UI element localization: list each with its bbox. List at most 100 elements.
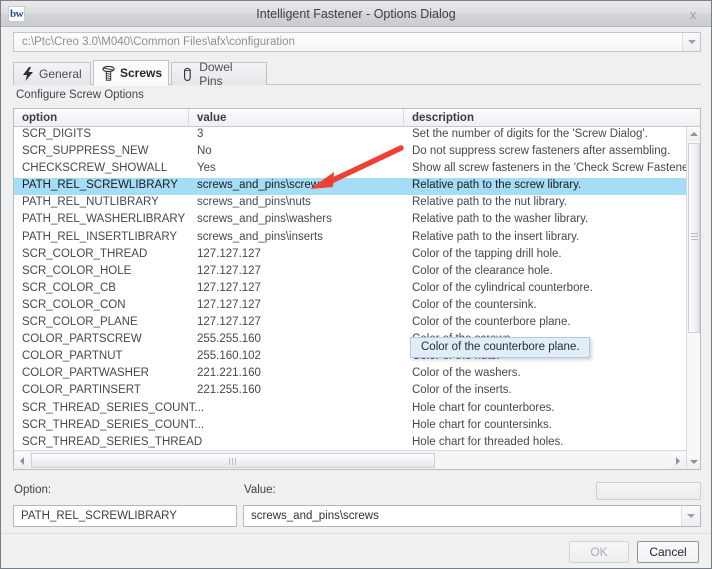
tab-general-label: General	[39, 67, 82, 81]
cell-option: PATH_REL_WASHERLIBRARY	[22, 213, 186, 226]
options-table-panel: option value description SCR_DIGITS 3 Set …	[13, 108, 701, 470]
tab-general[interactable]: General	[13, 62, 91, 85]
cell-description: Relative path to the insert library.	[412, 230, 580, 243]
tab-dowel-pins[interactable]: Dowel Pins	[171, 60, 267, 88]
tab-screws[interactable]: Screws	[93, 60, 169, 86]
cell-value: 255.255.160	[197, 333, 261, 346]
cell-option: COLOR_PARTSCREW	[22, 333, 142, 346]
cell-option: SCR_DIGITS	[22, 128, 92, 140]
column-header-option[interactable]: option	[14, 109, 189, 126]
cell-value: No	[197, 145, 212, 158]
cell-value: screws_and_pins\screws	[197, 179, 325, 192]
horizontal-scrollbar-thumb[interactable]	[31, 453, 435, 468]
triangle-up-glyph	[689, 132, 698, 136]
cell-option: SCR_SUPPRESS_NEW	[22, 145, 149, 158]
table-row[interactable]: PATH_REL_WASHERLIBRARY screws_and_pins\wa…	[14, 212, 686, 229]
configuration-path-combo[interactable]: c:\Ptc\Creo 3.0\M040\Common Files\afx\co…	[13, 32, 701, 52]
close-icon[interactable]: x	[679, 4, 707, 24]
table-row[interactable]: SCR_DIGITS 3 Set the number of digits for …	[14, 127, 686, 144]
cell-description: Relative path to the washer library.	[412, 213, 589, 226]
triangle-left-icon[interactable]	[15, 452, 29, 469]
cell-option: SCR_COLOR_CB	[22, 281, 116, 294]
table-row[interactable]: SCR_COLOR_CON 127.127.127 Color of the cou…	[14, 298, 686, 315]
table-row[interactable]: SCR_THREAD_SERIES_COUNT... Hole chart for…	[14, 418, 686, 435]
table-row[interactable]: SCR_COLOR_CB 127.127.127 Color of the cyli…	[14, 281, 686, 298]
cell-option: PATH_REL_INSERTLIBRARY	[22, 230, 178, 243]
table-row[interactable]: SCR_COLOR_THREAD 127.127.127 Color of the …	[14, 247, 686, 264]
table-header-row: option value description	[14, 109, 700, 127]
cell-description: Relative path to the nut library.	[412, 196, 568, 209]
cell-description: Color of the countersink.	[412, 298, 537, 311]
value-helper-button[interactable]	[596, 482, 701, 500]
cell-option: SCR_THREAD_SERIES_THREAD	[22, 435, 203, 448]
table-row[interactable]: SCR_COLOR_HOLE 127.127.127 Color of the cl…	[14, 264, 686, 281]
screw-icon	[102, 65, 115, 81]
value-input[interactable]: screws_and_pins\screws	[251, 506, 379, 526]
cell-value: 127.127.127	[197, 316, 261, 329]
cell-option: SCR_THREAD_SERIES_COUNT...	[22, 401, 205, 414]
cell-value: screws_and_pins\washers	[197, 213, 332, 226]
column-header-value[interactable]: value	[189, 109, 404, 126]
cell-value: screws_and_pins\inserts	[197, 230, 323, 243]
cell-option: SCR_COLOR_HOLE	[22, 264, 132, 277]
triangle-right-icon[interactable]	[671, 452, 685, 469]
column-header-description[interactable]: description	[404, 109, 700, 126]
table-row[interactable]: PATH_REL_INSERTLIBRARY screws_and_pins\in…	[14, 230, 686, 247]
cell-value: screws_and_pins\nuts	[197, 196, 311, 209]
cell-description: Color of the clearance hole.	[412, 264, 553, 277]
cell-description: Set the number of digits for the 'Screw …	[412, 128, 648, 140]
value-combo[interactable]: screws_and_pins\screws	[243, 505, 701, 527]
section-label: Configure Screw Options	[16, 89, 144, 101]
cell-option: COLOR_PARTWASHER	[22, 367, 149, 380]
cell-option: COLOR_PARTINSERT	[22, 384, 141, 397]
cell-description: Relative path to the screw library.	[412, 179, 582, 192]
cell-value: 127.127.127	[197, 264, 261, 277]
cell-description: Color of the cylindrical counterbore.	[412, 281, 593, 294]
scrollbar-grip-icon	[229, 458, 238, 465]
title-bar: bw Intelligent Fastener - Options Dialog…	[1, 1, 711, 27]
option-input[interactable]: PATH_REL_SCREWLIBRARY	[13, 505, 237, 527]
table-row[interactable]: SCR_SUPPRESS_NEW No Do not suppress screw …	[14, 144, 686, 161]
cell-option: CHECKSCREW_SHOWALL	[22, 162, 168, 175]
table-row[interactable]: SCR_THREAD_SERIES_THREAD Hole chart for t…	[14, 435, 686, 451]
cell-description: Color of the inserts.	[412, 384, 512, 397]
table-rows-viewport: SCR_DIGITS 3 Set the number of digits for …	[14, 127, 686, 451]
horizontal-scrollbar[interactable]	[14, 450, 686, 469]
cell-value: 255.160.102	[197, 350, 261, 363]
vertical-scrollbar-thumb[interactable]	[688, 143, 700, 333]
cell-option: PATH_REL_NUTLIBRARY	[22, 196, 159, 209]
cell-value: Yes	[197, 162, 216, 175]
table-row[interactable]: SCR_COLOR_PLANE 127.127.127 Color of the c…	[14, 315, 686, 332]
triangle-down-glyph	[689, 460, 698, 464]
table-row[interactable]: COLOR_PARTWASHER 221.221.160 Color of the …	[14, 366, 686, 383]
cancel-button[interactable]: Cancel	[637, 541, 699, 563]
cell-value: 127.127.127	[197, 298, 261, 311]
cell-description: Hole chart for threaded holes.	[412, 435, 564, 448]
vertical-scrollbar[interactable]	[686, 127, 700, 469]
cell-description: Color of the counterbore plane.	[412, 316, 571, 329]
table-row[interactable]: COLOR_PARTINSERT 221.255.160 Color of the …	[14, 383, 686, 400]
cell-option: PATH_REL_SCREWLIBRARY	[22, 179, 178, 192]
table-row[interactable]: SCR_THREAD_SERIES_COUNT... Hole chart for…	[14, 401, 686, 418]
scrollbar-grip-icon	[691, 233, 698, 242]
tooltip: Color of the counterbore plane.	[410, 337, 590, 358]
cell-description: Do not suppress screw fasteners after as…	[412, 145, 671, 158]
chevron-down-icon[interactable]	[682, 33, 700, 51]
triangle-down-icon[interactable]	[687, 455, 700, 469]
table-row[interactable]: PATH_REL_NUTLIBRARY screws_and_pins\nuts R…	[14, 195, 686, 212]
dialog-footer: OK Cancel	[1, 533, 711, 568]
lightning-bolt-icon	[22, 66, 34, 82]
chevron-down-glyph	[687, 40, 696, 44]
cell-value: 127.127.127	[197, 281, 261, 294]
table-row[interactable]: CHECKSCREW_SHOWALL Yes Show all screw fast…	[14, 161, 686, 178]
ok-button[interactable]: OK	[569, 541, 629, 563]
cell-option: SCR_COLOR_PLANE	[22, 316, 138, 329]
table-row[interactable]: PATH_REL_SCREWLIBRARY screws_and_pins\scr…	[14, 178, 686, 196]
cell-value: 127.127.127	[197, 247, 261, 260]
cell-description: Color of the tapping drill hole.	[412, 247, 562, 260]
triangle-up-icon[interactable]	[687, 127, 700, 141]
chevron-down-icon[interactable]	[681, 506, 700, 526]
configuration-path-value: c:\Ptc\Creo 3.0\M040\Common Files\afx\co…	[22, 36, 295, 48]
cell-option: SCR_COLOR_CON	[22, 298, 126, 311]
cell-option: COLOR_PARTNUT	[22, 350, 123, 363]
